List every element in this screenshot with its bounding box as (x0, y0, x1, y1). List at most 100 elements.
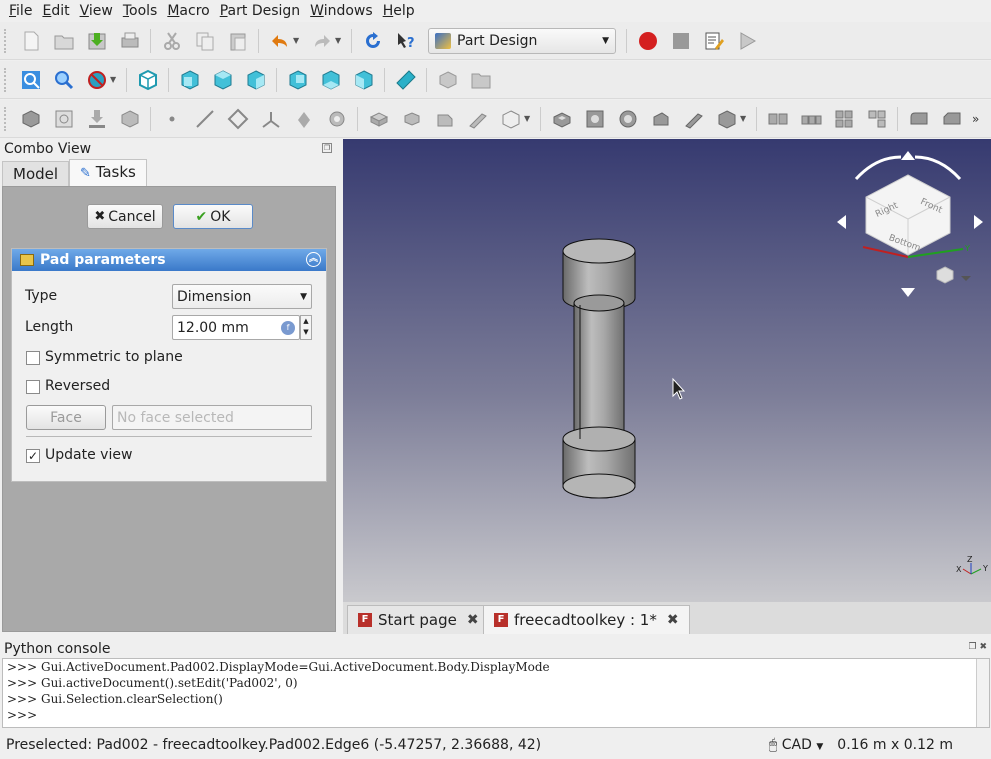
save-button[interactable] (83, 27, 111, 55)
run-macro-button[interactable] (733, 27, 761, 55)
paste-button[interactable] (224, 27, 252, 55)
hole-button[interactable] (581, 105, 609, 133)
create-sketch-button[interactable] (50, 105, 78, 133)
undo-dropdown-icon[interactable]: ▼ (293, 36, 301, 45)
subtractive-loft-button[interactable] (647, 105, 675, 133)
menu-part-design[interactable]: Part Design (215, 0, 305, 22)
face-button[interactable]: Face (26, 405, 106, 430)
console-scrollbar[interactable] (976, 659, 989, 727)
console-window-buttons[interactable]: ❐ ✖ (969, 642, 988, 652)
macros-button[interactable] (700, 27, 728, 55)
left-view-button[interactable] (350, 66, 378, 94)
menu-view[interactable]: View (75, 0, 118, 22)
undock-icon[interactable]: ❐ (322, 143, 332, 153)
subtractive-primitive-button[interactable] (713, 105, 741, 133)
redo-dropdown-icon[interactable]: ▼ (335, 36, 343, 45)
menu-help[interactable]: Help (378, 0, 420, 22)
menu-tools[interactable]: Tools (118, 0, 163, 22)
workbench-selector[interactable]: Part Design ▼ (428, 27, 616, 54)
create-part-button[interactable] (434, 66, 462, 94)
measure-distance-button[interactable] (392, 66, 420, 94)
record-macro-button[interactable] (634, 27, 662, 55)
update-view-checkbox[interactable]: ✓ (26, 449, 40, 463)
toolbar-handle[interactable] (4, 28, 10, 53)
toolbar-overflow-icon[interactable]: » (972, 112, 979, 126)
polar-pattern-button[interactable] (830, 105, 858, 133)
reversed-checkbox[interactable] (26, 380, 40, 394)
menu-macro[interactable]: Macro (162, 0, 214, 22)
bottom-view-button[interactable] (317, 66, 345, 94)
console-prompt[interactable]: >>> (7, 707, 989, 723)
rear-view-button[interactable] (284, 66, 312, 94)
cylinder-model[interactable] (562, 238, 636, 499)
python-console[interactable]: >>> Gui.ActiveDocument.Pad002.DisplayMod… (2, 658, 990, 728)
navigation-cube[interactable]: Right Front Bottom Y (837, 151, 983, 297)
toolbar-handle[interactable] (4, 106, 10, 131)
additive-pipe-button[interactable] (464, 105, 492, 133)
3d-viewport[interactable]: Right Front Bottom Y X Y Z (343, 139, 991, 602)
revolution-button[interactable] (398, 105, 426, 133)
menu-file[interactable]: File (4, 0, 37, 22)
local-cs-button[interactable] (257, 105, 285, 133)
ok-button[interactable]: ✔ OK (173, 204, 253, 229)
groove-button[interactable] (614, 105, 642, 133)
status-right: 🖱 CAD ▼ 0.16 m x 0.12 m (769, 737, 991, 753)
menu-edit[interactable]: Edit (37, 0, 74, 22)
cut-button[interactable] (158, 27, 186, 55)
pad-button[interactable] (365, 105, 393, 133)
navigation-style[interactable]: 🖱 CAD ▼ (769, 737, 823, 753)
create-body-button[interactable] (17, 105, 45, 133)
fit-selection-button[interactable] (50, 66, 78, 94)
chamfer-button[interactable] (938, 105, 966, 133)
top-view-button[interactable] (209, 66, 237, 94)
tab-start-page[interactable]: F Start page ✖ (347, 605, 490, 634)
new-document-button[interactable] (17, 27, 45, 55)
refresh-button[interactable] (359, 27, 387, 55)
isometric-view-button[interactable] (134, 66, 162, 94)
draw-style-dropdown-icon[interactable]: ▼ (110, 75, 118, 84)
redo-button[interactable] (308, 27, 336, 55)
multi-transform-button[interactable] (863, 105, 891, 133)
sub-shape-binder-button[interactable] (290, 105, 318, 133)
tab-model[interactable]: Model (2, 161, 70, 186)
clone-button[interactable] (116, 105, 144, 133)
pocket-button[interactable] (548, 105, 576, 133)
whats-this-button[interactable]: ? (392, 27, 420, 55)
subtractive-dropdown-icon[interactable]: ▼ (740, 114, 748, 123)
menu-windows[interactable]: Windows (305, 0, 378, 22)
tab-document[interactable]: F freecadtoolkey : 1* ✖ (483, 605, 690, 634)
length-spinbox[interactable]: ▲ ▼ (300, 315, 312, 340)
fit-all-button[interactable] (17, 66, 45, 94)
collapse-icon[interactable]: ︽ (306, 252, 321, 267)
undo-button[interactable] (266, 27, 294, 55)
expression-icon[interactable]: f (281, 320, 295, 335)
additive-primitive-button[interactable] (497, 105, 525, 133)
length-input[interactable]: 12.00 mm f (172, 315, 300, 340)
tab-tasks[interactable]: ✎ Tasks (69, 159, 147, 186)
part-design-clone-button[interactable] (323, 105, 351, 133)
datum-line-button[interactable] (191, 105, 219, 133)
additive-loft-button[interactable] (431, 105, 459, 133)
subtractive-pipe-button[interactable] (680, 105, 708, 133)
shape-binder-button[interactable] (83, 105, 111, 133)
linear-pattern-button[interactable] (797, 105, 825, 133)
draw-style-button[interactable] (83, 66, 111, 94)
front-view-button[interactable] (176, 66, 204, 94)
create-group-button[interactable] (467, 66, 495, 94)
right-view-button[interactable] (242, 66, 270, 94)
datum-point-button[interactable] (158, 105, 186, 133)
cancel-button[interactable]: ✖ Cancel (87, 204, 163, 229)
print-button[interactable] (116, 27, 144, 55)
symmetric-checkbox[interactable] (26, 351, 40, 365)
mirrored-button[interactable] (764, 105, 792, 133)
open-button[interactable] (50, 27, 78, 55)
type-select[interactable]: Dimension ▼ (172, 284, 312, 309)
primitive-dropdown-icon[interactable]: ▼ (524, 114, 532, 123)
close-icon[interactable]: ✖ (467, 612, 479, 628)
close-icon[interactable]: ✖ (667, 612, 679, 628)
stop-macro-button[interactable] (667, 27, 695, 55)
datum-plane-button[interactable] (224, 105, 252, 133)
copy-button[interactable] (191, 27, 219, 55)
toolbar-handle[interactable] (4, 67, 10, 92)
fillet-button[interactable] (905, 105, 933, 133)
